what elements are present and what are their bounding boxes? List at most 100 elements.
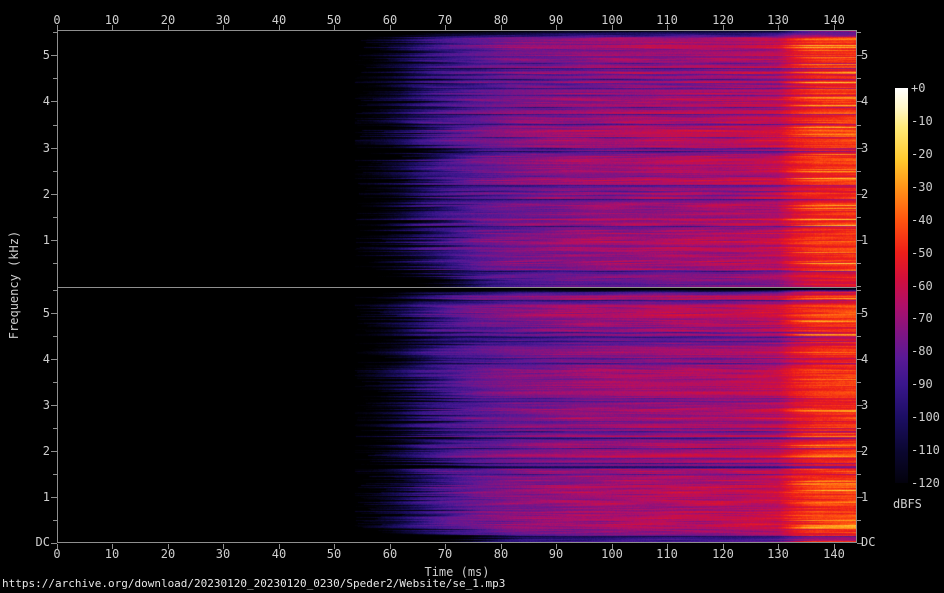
time-tick-label: 30 (203, 14, 243, 27)
freq-tick-label: 5 (861, 49, 868, 62)
freq-tick (857, 32, 861, 33)
time-tick-label: 110 (647, 14, 687, 27)
time-tick-label: 0 (37, 548, 77, 561)
time-tick-label: 120 (703, 548, 743, 561)
time-tick-label: 100 (592, 14, 632, 27)
freq-tick-label: 2 (861, 445, 868, 458)
spectrogram-channel-1 (58, 31, 856, 287)
freq-tick (857, 125, 861, 126)
freq-tick (53, 290, 57, 291)
time-tick-label: 10 (92, 548, 132, 561)
time-tick-label: 140 (814, 14, 854, 27)
colorbar-tick-label: -70 (911, 312, 933, 325)
colorbar-tick-label: -60 (911, 280, 933, 293)
freq-tick-label: 4 (861, 353, 868, 366)
freq-tick (53, 32, 57, 33)
freq-tick-label: 1 (26, 491, 50, 504)
freq-tick (857, 382, 861, 383)
freq-tick (857, 290, 861, 291)
freq-tick-label: 2 (861, 188, 868, 201)
time-tick-label: 120 (703, 14, 743, 27)
colorbar-title: dBFS (893, 497, 922, 511)
time-tick-label: 70 (425, 548, 465, 561)
source-url: https://archive.org/download/20230120_20… (2, 577, 505, 590)
time-tick-label: 70 (425, 14, 465, 27)
freq-tick-label: 4 (861, 95, 868, 108)
freq-tick-label: 4 (26, 353, 50, 366)
time-tick-label: 130 (758, 548, 798, 561)
freq-tick-label: 5 (26, 307, 50, 320)
freq-tick (51, 405, 57, 406)
freq-tick-label: 2 (26, 445, 50, 458)
colorbar-tick-label: -90 (911, 378, 933, 391)
colorbar-tick-label: -40 (911, 214, 933, 227)
colorbar (895, 88, 908, 483)
freq-tick (51, 497, 57, 498)
freq-tick (51, 359, 57, 360)
freq-tick-label: 1 (861, 491, 868, 504)
colorbar-tick-label: -110 (911, 444, 940, 457)
frequency-axis-title: Frequency (kHz) (6, 175, 22, 395)
freq-tick (53, 78, 57, 79)
freq-tick-label: 3 (26, 142, 50, 155)
freq-tick (857, 171, 861, 172)
freq-tick (51, 313, 57, 314)
freq-tick (53, 428, 57, 429)
time-tick-label: 40 (259, 548, 299, 561)
time-tick-label: 60 (370, 14, 410, 27)
freq-tick (53, 382, 57, 383)
freq-tick (51, 543, 57, 544)
freq-dc-label: DC (26, 536, 50, 549)
freq-tick-label: 2 (26, 188, 50, 201)
time-tick-label: 60 (370, 548, 410, 561)
freq-tick (53, 520, 57, 521)
colorbar-tick-label: -10 (911, 115, 933, 128)
time-tick-label: 130 (758, 14, 798, 27)
freq-tick (53, 125, 57, 126)
freq-tick-label: 3 (861, 399, 868, 412)
freq-tick-label: 4 (26, 95, 50, 108)
freq-tick (51, 148, 57, 149)
freq-tick-label: 3 (26, 399, 50, 412)
time-tick-label: 50 (314, 14, 354, 27)
colorbar-tick-label: -30 (911, 181, 933, 194)
freq-tick (51, 101, 57, 102)
colorbar-tick-label: +0 (911, 82, 925, 95)
spectrogram-figure: Frequency (kHz) 001010202030304040505060… (0, 0, 944, 593)
freq-tick-label: 3 (861, 142, 868, 155)
freq-tick (857, 428, 861, 429)
freq-tick-label: 1 (861, 234, 868, 247)
time-tick-label: 0 (37, 14, 77, 27)
freq-tick-label: 1 (26, 234, 50, 247)
time-tick-label: 50 (314, 548, 354, 561)
time-tick-label: 90 (536, 14, 576, 27)
freq-tick (857, 520, 861, 521)
freq-tick (51, 55, 57, 56)
time-tick-label: 110 (647, 548, 687, 561)
freq-dc-label: DC (861, 536, 875, 549)
freq-tick (53, 217, 57, 218)
freq-tick (51, 240, 57, 241)
time-tick-label: 10 (92, 14, 132, 27)
colorbar-tick-label: -80 (911, 345, 933, 358)
freq-tick (857, 263, 861, 264)
time-tick-label: 80 (481, 548, 521, 561)
freq-tick (857, 217, 861, 218)
freq-tick-label: 5 (861, 307, 868, 320)
freq-tick (857, 286, 861, 287)
time-tick-label: 80 (481, 14, 521, 27)
time-tick-label: 100 (592, 548, 632, 561)
colorbar-tick-label: -50 (911, 247, 933, 260)
freq-tick (53, 263, 57, 264)
time-tick-label: 20 (148, 14, 188, 27)
colorbar-tick-label: -120 (911, 477, 940, 490)
freq-tick (53, 474, 57, 475)
time-tick-label: 20 (148, 548, 188, 561)
freq-tick (53, 336, 57, 337)
freq-tick (51, 451, 57, 452)
freq-tick (857, 474, 861, 475)
colorbar-tick-label: -100 (911, 411, 940, 424)
freq-tick (857, 78, 861, 79)
freq-tick (51, 194, 57, 195)
time-tick-label: 140 (814, 548, 854, 561)
